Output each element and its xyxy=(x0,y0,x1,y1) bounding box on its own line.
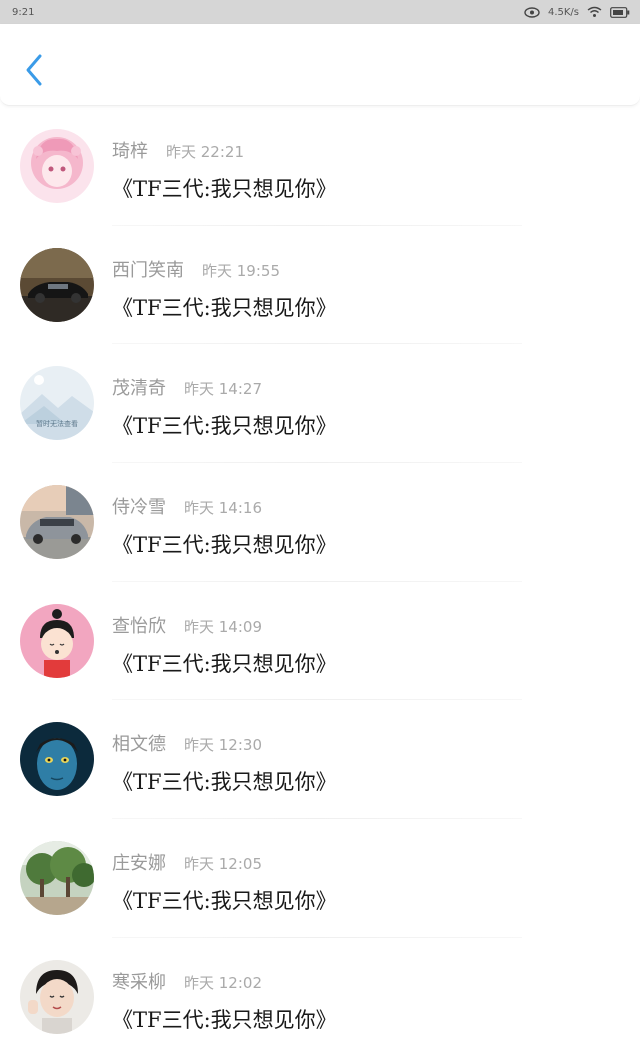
avatar[interactable]: 暂时无法查看 xyxy=(20,366,94,441)
comment-meta: 茂清奇 昨天 14:27 xyxy=(112,374,262,400)
list-item[interactable]: 暂时无法查看 茂清奇 昨天 14:27 《TF三代:我只想见你》 xyxy=(0,344,640,464)
comment-time: 昨天 14:16 xyxy=(184,499,262,518)
comment-time: 昨天 12:05 xyxy=(184,855,262,874)
user-name[interactable]: 相文德 xyxy=(112,730,166,756)
list-item[interactable]: 琦梓 昨天 22:21 《TF三代:我只想见你》 xyxy=(0,107,640,226)
user-name[interactable]: 寒采柳 xyxy=(112,968,166,994)
comment-text: 《TF三代:我只想见你》 xyxy=(112,414,337,439)
blue-face-avatar-icon xyxy=(20,722,94,797)
comment-time: 昨天 19:55 xyxy=(202,261,280,280)
anime-girl-avatar-icon xyxy=(20,129,94,203)
avatar[interactable] xyxy=(20,485,94,560)
comment-text: 《TF三代:我只想见你》 xyxy=(112,295,337,320)
comment-meta: 相文德 昨天 12:30 xyxy=(112,730,262,756)
status-bar: 9:21 4.5K/s xyxy=(0,0,640,24)
user-name[interactable]: 西门笑南 xyxy=(112,256,184,282)
avatar[interactable] xyxy=(20,841,94,916)
user-name[interactable]: 琦梓 xyxy=(112,137,148,163)
comment-meta: 庄安娜 昨天 12:05 xyxy=(112,849,262,875)
comment-time: 昨天 12:30 xyxy=(184,736,262,755)
chevron-left-icon xyxy=(26,54,42,86)
avatar[interactable] xyxy=(20,959,94,1034)
comment-text: 《TF三代:我只想见你》 xyxy=(112,1007,337,1032)
comment-meta: 查怡欣 昨天 14:09 xyxy=(112,612,262,638)
placeholder-label: 暂时无法查看 xyxy=(36,419,78,428)
comment-text: 《TF三代:我只想见你》 xyxy=(112,177,337,201)
image-placeholder-icon: 暂时无法查看 xyxy=(20,366,94,441)
wifi-icon xyxy=(587,6,602,18)
list-item[interactable]: 庄安娜 昨天 12:05 《TF三代:我只想见你》 xyxy=(0,819,640,938)
avatar[interactable] xyxy=(20,129,94,203)
trees-avatar-icon xyxy=(20,841,94,916)
avatar[interactable] xyxy=(20,722,94,797)
comment-text: 《TF三代:我只想见你》 xyxy=(112,770,337,795)
list-item[interactable]: 查怡欣 昨天 14:09 《TF三代:我只想见你》 xyxy=(0,582,640,701)
black-car-avatar-icon xyxy=(20,247,94,322)
battery-icon xyxy=(610,6,630,18)
comment-time: 昨天 22:21 xyxy=(166,143,244,161)
boy-avatar-icon xyxy=(20,959,94,1034)
comment-text: 《TF三代:我只想见你》 xyxy=(112,889,337,914)
comment-time: 昨天 14:09 xyxy=(184,617,262,636)
avatar[interactable] xyxy=(20,247,94,322)
comment-meta: 琦梓 昨天 22:21 xyxy=(112,137,244,163)
user-name[interactable]: 查怡欣 xyxy=(112,612,166,638)
silver-car-avatar-icon xyxy=(20,485,94,560)
header-bar xyxy=(0,24,640,106)
net-speed: 4.5K/s xyxy=(547,6,579,18)
list-item[interactable]: 寒采柳 昨天 12:02 《TF三代:我只想见你》 xyxy=(0,938,640,1057)
user-name[interactable]: 茂清奇 xyxy=(112,374,166,400)
eye-icon xyxy=(524,6,540,18)
list-item[interactable]: 西门笑南 昨天 19:55 《TF三代:我只想见你》 xyxy=(0,226,640,345)
list-item[interactable]: 相文德 昨天 12:30 《TF三代:我只想见你》 xyxy=(0,700,640,820)
comment-meta: 西门笑南 昨天 19:55 xyxy=(112,256,280,282)
status-icons: 4.5K/s xyxy=(524,6,630,18)
user-name[interactable]: 侍冷雪 xyxy=(112,493,166,519)
comment-text: 《TF三代:我只想见你》 xyxy=(112,651,337,676)
list-item[interactable]: 侍冷雪 昨天 14:16 《TF三代:我只想见你》 xyxy=(0,463,640,582)
avatar[interactable] xyxy=(20,603,94,678)
comment-list: 琦梓 昨天 22:21 《TF三代:我只想见你》 西门笑南 昨天 19:55 《… xyxy=(0,107,640,1057)
cartoon-girl-avatar-icon xyxy=(20,603,94,678)
status-time: 9:21 xyxy=(12,6,35,18)
user-name[interactable]: 庄安娜 xyxy=(112,849,166,875)
comment-text: 《TF三代:我只想见你》 xyxy=(112,533,337,558)
comment-meta: 侍冷雪 昨天 14:16 xyxy=(112,493,262,519)
comment-time: 昨天 14:27 xyxy=(184,380,262,399)
comment-meta: 寒采柳 昨天 12:02 xyxy=(112,968,262,994)
comment-time: 昨天 12:02 xyxy=(184,973,262,992)
back-button[interactable] xyxy=(18,50,50,90)
